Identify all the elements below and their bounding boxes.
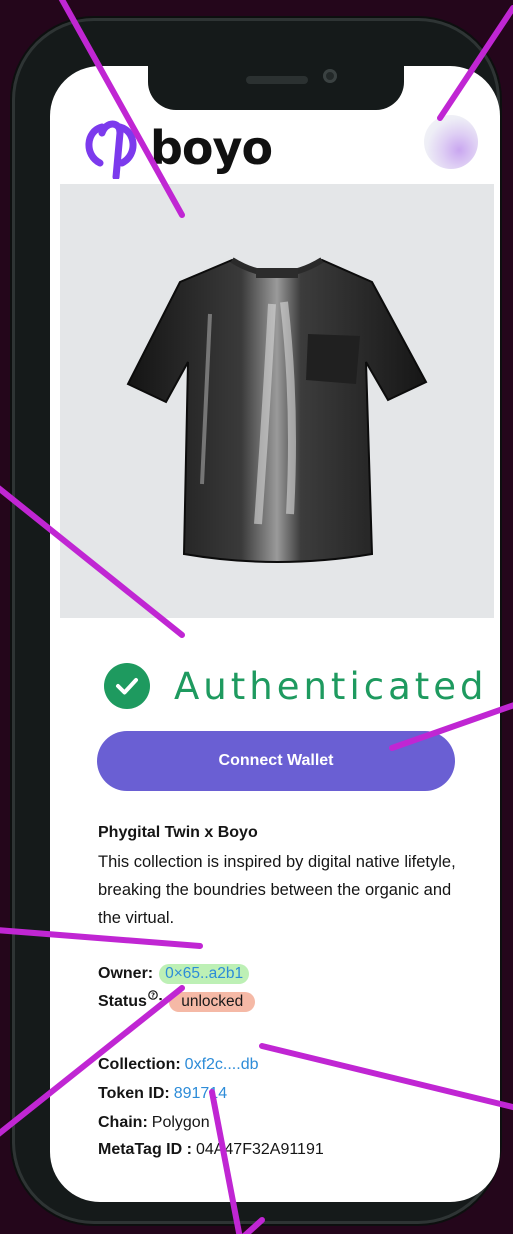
metatag-label: MetaTag ID : [98, 1141, 192, 1158]
chain-row: Chain: Polygon [98, 1114, 210, 1132]
status-colon: : [157, 993, 164, 1010]
collection-label: Collection: [98, 1056, 181, 1073]
phone-screen: boyo Authenticated Connect Wallet Phygit… [50, 66, 500, 1202]
chain-label: Chain: [98, 1114, 148, 1131]
status-label: Status [98, 993, 147, 1010]
owner-address[interactable]: 0×65..a2b1 [159, 964, 250, 984]
phone-frame: boyo Authenticated Connect Wallet Phygit… [12, 18, 500, 1224]
collection-title: Phygital Twin x Boyo [98, 824, 258, 841]
auth-status: Authenticated [104, 660, 488, 712]
svg-text:?: ? [151, 991, 155, 999]
brand-name: boyo [150, 121, 273, 175]
phone-notch [148, 62, 404, 110]
collection-address-link[interactable]: 0xf2c....db [185, 1056, 259, 1074]
metatag-value: 04A47F32A91191 [195, 1141, 324, 1158]
check-circle-icon [104, 663, 150, 709]
question-circle-icon[interactable]: ? [148, 989, 158, 1003]
collection-row: Collection: 0xf2c....db [98, 1056, 259, 1074]
owner-row: Owner: 0×65..a2b1 [98, 964, 250, 984]
phi-logo-icon [85, 120, 137, 179]
owner-label: Owner: [98, 965, 154, 982]
metatag-row: MetaTag ID : 04A47F32A91191 [98, 1141, 324, 1159]
token-row: Token ID: 891714 [98, 1085, 227, 1103]
token-id-link[interactable]: 891714 [174, 1085, 227, 1103]
status-badge: unlocked [169, 992, 256, 1012]
speaker-grille [246, 76, 308, 84]
status-row: Status ? : unlocked [98, 989, 256, 1012]
avatar-gradient-icon[interactable] [424, 115, 478, 169]
brand-logo[interactable]: boyo [80, 116, 273, 180]
product-image [60, 184, 494, 618]
front-camera [323, 69, 337, 83]
chain-value: Polygon [151, 1114, 210, 1131]
connect-wallet-button[interactable]: Connect Wallet [97, 731, 455, 791]
collection-info: Phygital Twin x Boyo This collection is … [98, 824, 468, 932]
collection-description: This collection is inspired by digital n… [98, 853, 456, 927]
auth-status-text: Authenticated [174, 664, 488, 708]
token-label: Token ID: [98, 1085, 170, 1102]
tshirt-icon [126, 257, 428, 563]
